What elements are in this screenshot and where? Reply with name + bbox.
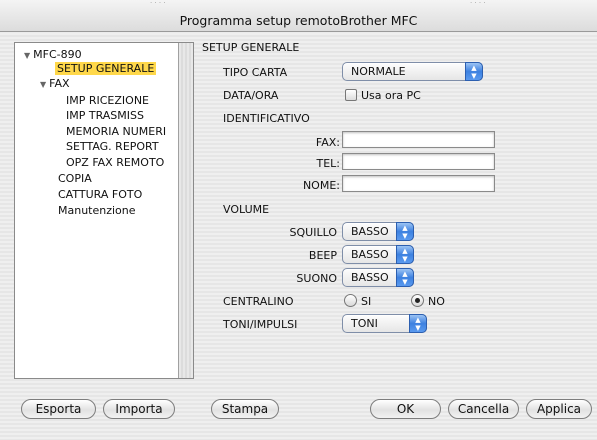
- updown-arrows-icon: ▲ ▼: [409, 314, 427, 333]
- tree-item-setup-generale[interactable]: SETUP GENERALE: [55, 62, 157, 75]
- centralino-no-label[interactable]: NO: [428, 295, 445, 308]
- tipo-carta-popup[interactable]: NORMALE ▲ ▼: [342, 62, 483, 81]
- beep-value: BASSO: [351, 248, 389, 261]
- beep-popup[interactable]: BASSO ▲ ▼: [342, 245, 414, 264]
- updown-arrows-icon: ▲ ▼: [396, 222, 414, 241]
- window-title: Programma setup remotoBrother MFC: [179, 13, 418, 28]
- tree-item-label: SETUP GENERALE: [57, 62, 155, 75]
- centralino-si-radio[interactable]: [344, 294, 357, 307]
- tree-item-label: COPIA: [58, 172, 92, 185]
- tree-item-label: SETTAG. REPORT: [66, 140, 159, 153]
- ghost-title-right: · · · ·: [470, 0, 486, 6]
- centralino-no-radio[interactable]: [411, 294, 424, 307]
- fax-field[interactable]: [342, 131, 495, 148]
- updown-arrows-icon: ▲ ▼: [465, 62, 483, 81]
- window-titlebar[interactable]: · · · · · · · · Programma setup remotoBr…: [0, 0, 597, 32]
- updown-arrows-icon: ▲ ▼: [396, 245, 414, 264]
- tree-item-label: CATTURA FOTO: [58, 188, 143, 201]
- esporta-button[interactable]: Esporta: [21, 399, 96, 419]
- settings-tree[interactable]: ▼ MFC-890 SETUP GENERALE ▼ FAX IMP RICEZIO…: [14, 42, 194, 379]
- ok-button[interactable]: OK: [370, 399, 441, 419]
- tree-item-label: Manutenzione: [58, 204, 136, 217]
- stampa-button[interactable]: Stampa: [211, 399, 279, 419]
- usa-ora-pc-label[interactable]: Usa ora PC: [361, 89, 421, 102]
- tree-item-imp-ricezione[interactable]: IMP RICEZIONE: [66, 94, 149, 107]
- nome-label: NOME:: [302, 179, 340, 192]
- toni-impulsi-label: TONI/IMPULSI: [223, 318, 298, 331]
- squillo-label: SQUILLO: [289, 226, 337, 239]
- tree-item-fax[interactable]: ▼ FAX: [40, 77, 70, 91]
- ghost-title-left: · · · ·: [150, 0, 166, 6]
- tipo-carta-value: NORMALE: [351, 65, 406, 78]
- tree-item-label: IMP RICEZIONE: [66, 94, 149, 107]
- disclosure-triangle-down-icon[interactable]: ▼: [24, 51, 30, 60]
- nome-field[interactable]: [342, 175, 495, 192]
- tree-item-opz-fax-remoto[interactable]: OPZ FAX REMOTO: [66, 156, 164, 169]
- tree-scrollbar[interactable]: [178, 43, 193, 378]
- centralino-label: CENTRALINO: [223, 295, 294, 308]
- squillo-popup[interactable]: BASSO ▲ ▼: [342, 222, 414, 241]
- tree-item-label: OPZ FAX REMOTO: [66, 156, 165, 169]
- tree-item-copia[interactable]: COPIA: [58, 172, 92, 185]
- tree-item-imp-trasmiss[interactable]: IMP TRASMISS: [66, 109, 144, 122]
- suono-value: BASSO: [351, 271, 389, 284]
- tree-item-manutenzione[interactable]: Manutenzione: [58, 204, 136, 217]
- tree-item-memoria-numeri[interactable]: MEMORIA NUMERI: [66, 125, 166, 138]
- beep-label: BEEP: [308, 249, 337, 262]
- toni-impulsi-popup[interactable]: TONI ▲ ▼: [342, 314, 427, 333]
- tipo-carta-label: TIPO CARTA: [223, 66, 288, 79]
- usa-ora-pc-checkbox[interactable]: [345, 89, 357, 101]
- applica-button[interactable]: Applica: [526, 399, 592, 419]
- suono-popup[interactable]: BASSO ▲ ▼: [342, 268, 414, 287]
- tree-item-mfc-890[interactable]: ▼ MFC-890: [24, 48, 82, 62]
- updown-arrows-icon: ▲ ▼: [396, 268, 414, 287]
- tree-item-settag-report[interactable]: SETTAG. REPORT: [66, 140, 159, 153]
- tree-item-label: MEMORIA NUMERI: [66, 125, 167, 138]
- tel-field[interactable]: [342, 153, 495, 170]
- tel-label: TEL:: [316, 157, 340, 170]
- tree-item-cattura-foto[interactable]: CATTURA FOTO: [58, 188, 142, 201]
- toni-impulsi-value: TONI: [351, 317, 378, 330]
- identificativo-label: IDENTIFICATIVO: [223, 112, 310, 125]
- cancella-button[interactable]: Cancella: [448, 399, 519, 419]
- tree-item-label: IMP TRASMISS: [66, 109, 144, 122]
- fax-label: FAX:: [315, 136, 340, 149]
- suono-label: SUONO: [296, 272, 337, 285]
- tree-item-label: MFC-890: [33, 48, 82, 61]
- data-ora-label: DATA/ORA: [223, 89, 279, 102]
- section-title: SETUP GENERALE: [202, 41, 300, 54]
- volume-label: VOLUME: [223, 203, 270, 216]
- disclosure-triangle-down-icon[interactable]: ▼: [40, 80, 46, 89]
- importa-button[interactable]: Importa: [103, 399, 175, 419]
- squillo-value: BASSO: [351, 225, 389, 238]
- tree-item-label: FAX: [49, 77, 70, 90]
- centralino-si-label[interactable]: SI: [361, 295, 371, 308]
